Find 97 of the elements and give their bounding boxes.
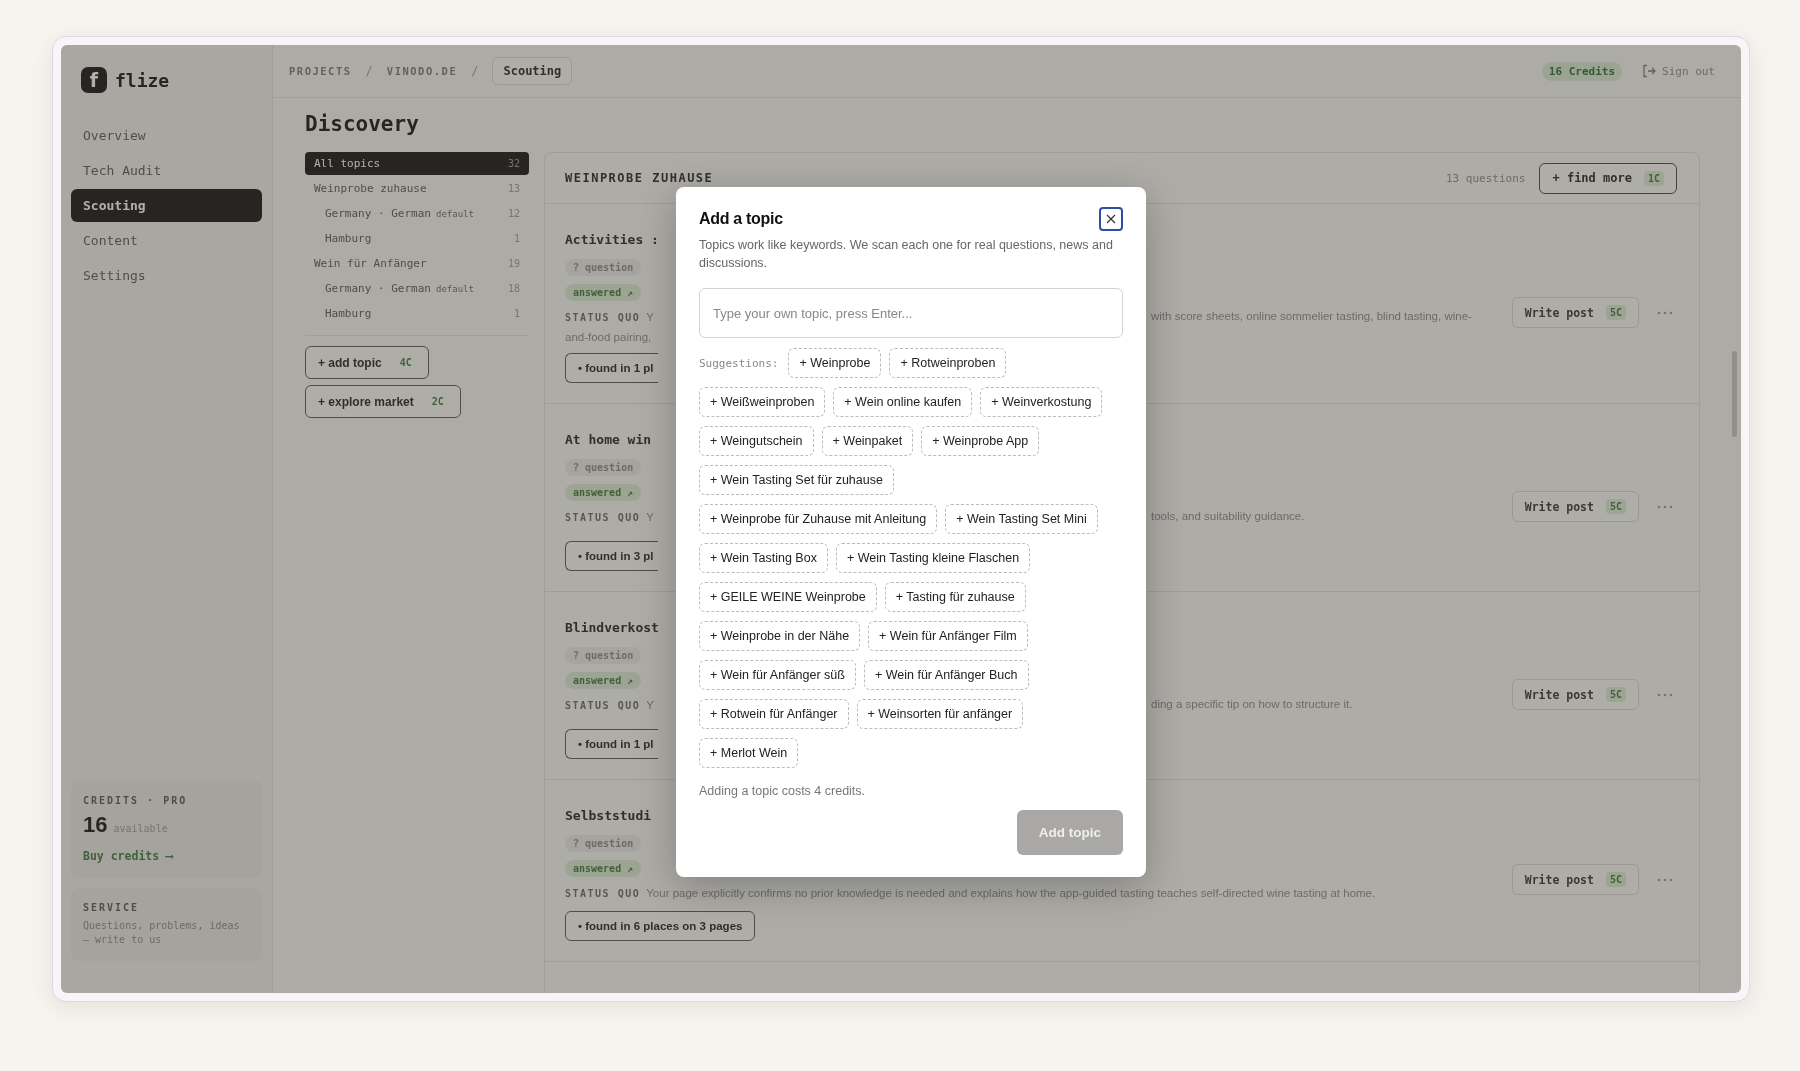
page-title: Discovery: [305, 112, 420, 136]
suggestion-chip[interactable]: + Weinprobe App: [921, 426, 1040, 456]
type-tag: ? question: [565, 259, 642, 276]
more-icon: [1657, 692, 1673, 697]
question-title: Selbststudi: [565, 808, 653, 823]
suggestion-chip[interactable]: + Wein online kaufen: [833, 387, 973, 417]
scrollbar-thumb[interactable]: [1732, 351, 1737, 437]
cost-label: 5C: [1605, 499, 1626, 514]
suggestion-chip[interactable]: + Rotweinproben: [889, 348, 1007, 378]
cost-label: 1C: [1643, 170, 1664, 186]
suggestion-chip[interactable]: + Wein Tasting Set Mini: [945, 504, 1098, 534]
suggestion-chip[interactable]: + Weißweinproben: [699, 387, 826, 417]
type-tag: ? question: [565, 835, 642, 852]
cost-label: 5C: [1605, 872, 1626, 887]
nav-item[interactable]: Tech Audit: [71, 154, 262, 187]
find-more-button[interactable]: + find more 1C: [1539, 162, 1677, 194]
nav-item[interactable]: Settings: [71, 259, 262, 292]
status-tag: answered ↗: [565, 672, 642, 689]
nav-item[interactable]: Scouting: [71, 189, 262, 222]
suggestion-chip[interactable]: + Wein für Anfänger süß: [699, 660, 856, 690]
more-icon: [1657, 877, 1673, 882]
topic-item[interactable]: All topics 32: [305, 152, 529, 175]
status-label: STATUS QUO: [565, 700, 641, 711]
found-places-button[interactable]: • found in 3 pl: [565, 541, 658, 571]
question-title: Activities :: [565, 232, 660, 247]
status-text: Y: [646, 311, 654, 323]
suggestion-chip[interactable]: + Weingutschein: [699, 426, 814, 456]
suggestions-label: Suggestions:: [699, 356, 779, 370]
cost-label: 2C: [430, 395, 445, 409]
cost-label: 5C: [1605, 305, 1626, 320]
suggestion-chip[interactable]: + Weinsorten für anfänger: [856, 699, 1024, 729]
suggestion-chip[interactable]: + Weinverkostung: [980, 387, 1103, 417]
status-text: ding a specific tip on how to structure it.: [1151, 698, 1354, 710]
status-tag: answered ↗: [565, 484, 642, 501]
status-text: with score sheets, online sommelier tasting, blind tasting, wine-: [1151, 310, 1473, 322]
status-label: STATUS QUO: [565, 312, 641, 323]
breadcrumb-separator: /: [471, 64, 479, 78]
suggestion-chip[interactable]: + Merlot Wein: [699, 738, 799, 768]
sign-out-icon: [1642, 64, 1656, 78]
card-heading: CREDITS · PRO: [83, 795, 189, 806]
status-text: tools, and suitability guidance.: [1151, 510, 1306, 522]
suggestion-chip[interactable]: + Wein Tasting Box: [699, 543, 828, 573]
topic-action-button[interactable]: + add topic 4C: [305, 346, 429, 379]
found-places-button[interactable]: • found in 1 pl: [565, 353, 658, 383]
suggestion-chip[interactable]: + Weinprobe in der Nähe: [699, 621, 861, 651]
found-places-button[interactable]: • found in 6 places on 3 pages: [565, 911, 756, 941]
status-label: STATUS QUO: [565, 512, 641, 523]
nav-item[interactable]: Overview: [71, 119, 262, 152]
default-tag: default: [435, 209, 474, 219]
write-post-button[interactable]: Write post 5C: [1511, 491, 1639, 522]
breadcrumb-current: Scouting: [492, 57, 573, 85]
more-icon: [1657, 504, 1673, 509]
write-post-button[interactable]: Write post 5C: [1511, 297, 1639, 328]
card-heading: SERVICE: [83, 902, 141, 913]
cost-label: 4C: [398, 356, 413, 370]
default-tag: default: [435, 284, 474, 294]
question-title: Blindverkost: [565, 620, 660, 635]
panel-title: WEINPROBE ZUHAUSE: [565, 171, 714, 185]
dialog-title: Add a topic: [699, 210, 783, 228]
nav-item[interactable]: Content: [71, 224, 262, 257]
type-tag: ? question: [565, 459, 642, 476]
status-text: Y: [646, 699, 654, 711]
more-icon: [1657, 310, 1673, 315]
status-text: Y: [646, 511, 654, 523]
suggestion-chip[interactable]: + Weinpaket: [821, 426, 914, 456]
suggestion-chip[interactable]: + Weinprobe: [788, 348, 882, 378]
suggestion-chip[interactable]: + Wein Tasting kleine Flaschen: [835, 543, 1031, 573]
logo-text: flize: [115, 69, 170, 91]
status-tag: answered ↗: [565, 284, 642, 301]
logo-mark: f: [81, 67, 107, 93]
suggestion-chip[interactable]: + Wein für Anfänger Film: [868, 621, 1028, 651]
close-icon: [1106, 214, 1116, 224]
suggestion-chip[interactable]: + Tasting für zuhause: [884, 582, 1026, 612]
cost-label: 5C: [1605, 687, 1626, 702]
breadcrumb-separator: /: [365, 64, 373, 78]
suggestion-chip[interactable]: + Wein Tasting Set für zuhause: [699, 465, 894, 495]
question-title: At home win: [565, 432, 653, 447]
status-tag: answered ↗: [565, 860, 642, 877]
dialog-description: Topics work like keywords. We scan each one for real questions, news and discussions.: [699, 237, 1114, 272]
topic-count: 32: [507, 158, 520, 169]
question-count: 13 questions: [1446, 171, 1526, 185]
close-button[interactable]: [1099, 207, 1123, 231]
suggestion-chip[interactable]: + Wein für Anfänger Buch: [863, 660, 1029, 690]
status-label: STATUS QUO: [565, 888, 641, 899]
write-post-button[interactable]: Write post 5C: [1511, 864, 1639, 895]
found-places-button[interactable]: • found in 1 pl: [565, 729, 658, 759]
write-post-button[interactable]: Write post 5C: [1511, 679, 1639, 710]
suggestion-chip[interactable]: + Weinprobe für Zuhause mit Anleitung: [699, 504, 938, 534]
credits-amount: 16: [83, 812, 108, 838]
topic-input-field[interactable]: Type your own topic, press Enter...: [699, 288, 1123, 338]
cost-note: Adding a topic costs 4 credits.: [699, 784, 867, 798]
suggestion-chip[interactable]: + Rotwein für Anfänger: [699, 699, 849, 729]
status-text: and-food pairing,: [565, 331, 653, 343]
suggestion-chip[interactable]: + GEILE WEINE Weinprobe: [699, 582, 877, 612]
type-tag: ? question: [565, 647, 642, 664]
topic-action-button[interactable]: + explore market 2C: [305, 385, 461, 418]
credits-badge: 16 Credits: [1541, 61, 1622, 81]
